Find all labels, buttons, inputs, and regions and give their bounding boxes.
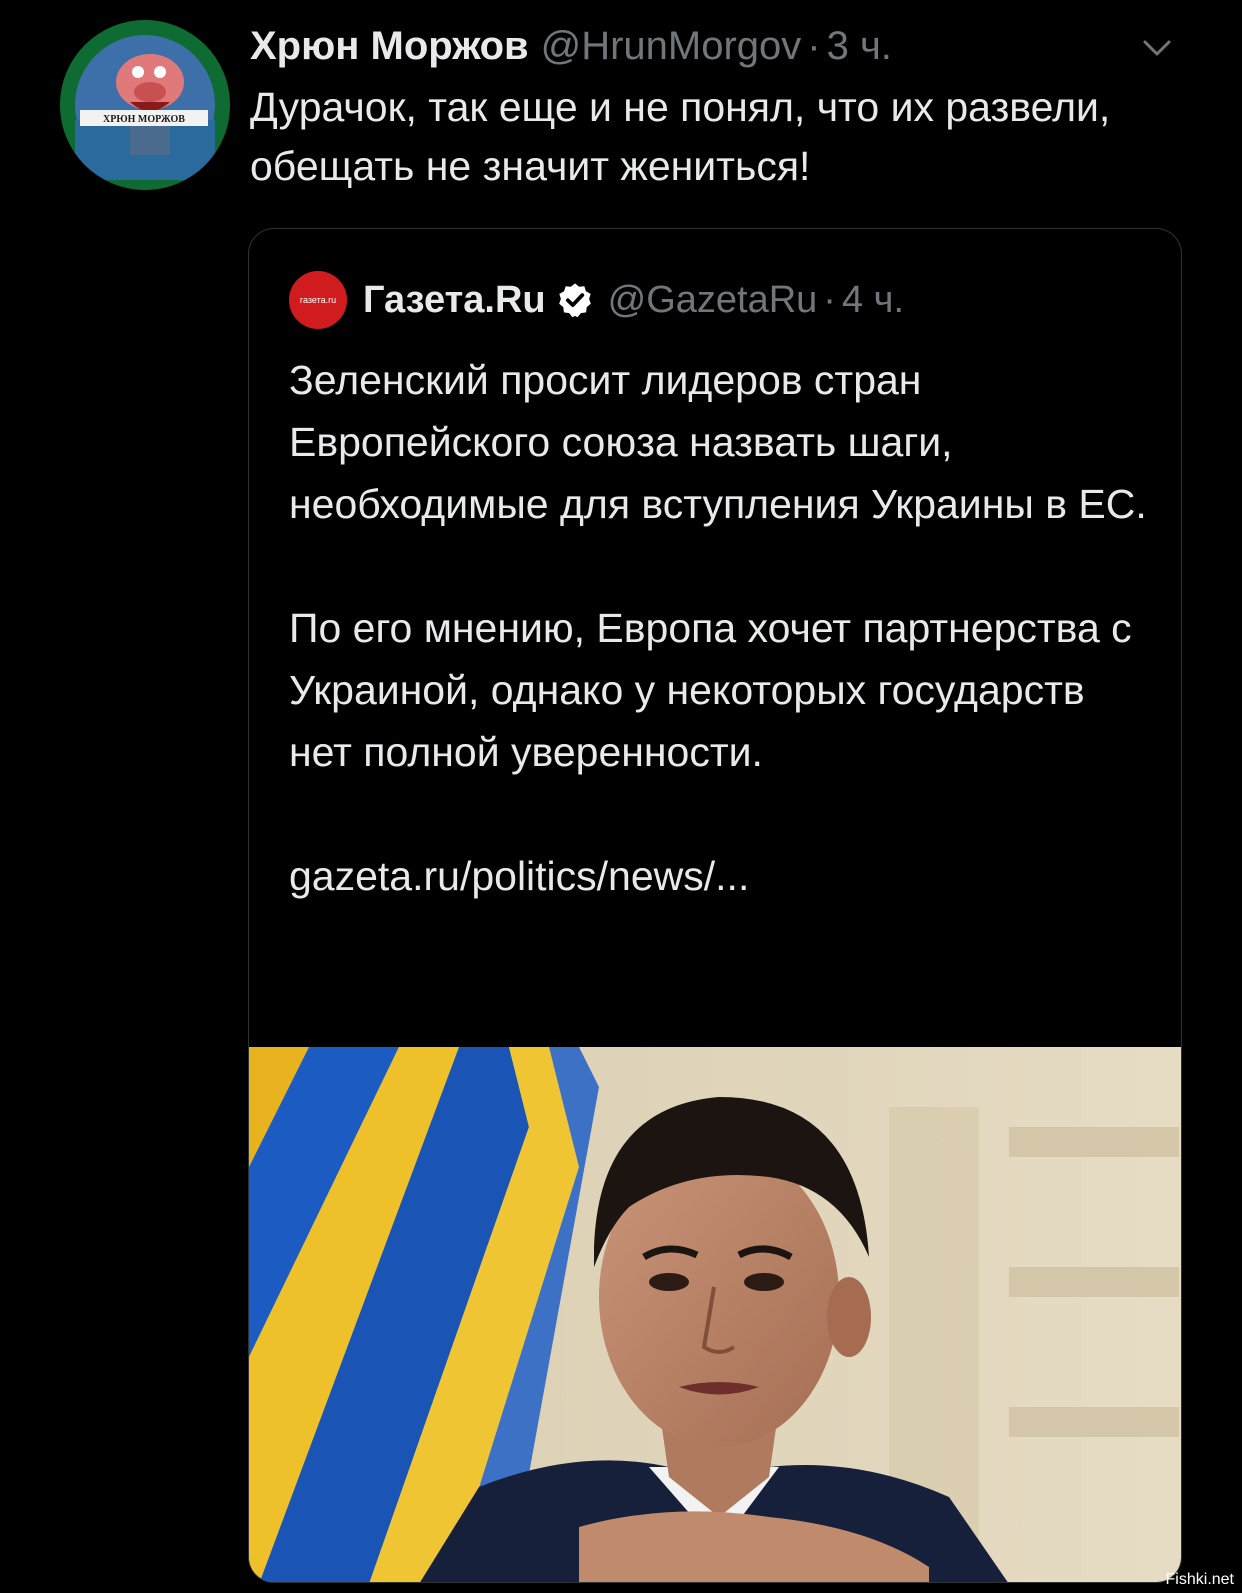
quoted-photo[interactable] [249, 1047, 1181, 1582]
quoted-tweet[interactable]: газета.ru Газета.Ru @GazetaRu · 4 ч. Зел… [248, 228, 1182, 1583]
quoted-paragraph-2: По его мнению, Европа хочет партнерства … [289, 605, 1132, 775]
verified-badge-icon [558, 283, 591, 318]
tweet-text: Дурачок, так еще и не понял, что их разв… [250, 84, 1111, 189]
photo-man-suit-flag-icon [249, 1047, 1181, 1582]
chevron-down-icon[interactable] [1137, 28, 1177, 68]
quoted-display-name[interactable]: Газета.Ru [363, 279, 546, 322]
quoted-tweet-header: газета.ru Газета.Ru @GazetaRu · 4 ч. [289, 269, 904, 331]
watermark: Fishki.net [1165, 1571, 1234, 1588]
gazeta-avatar[interactable]: газета.ru [289, 271, 347, 329]
article-link[interactable]: gazeta.ru/politics/news/... [289, 845, 1149, 907]
pig-cartoon-avatar-icon: ХРЮН МОРЖОВ [60, 20, 230, 190]
user-handle[interactable]: @HrunMorgov [541, 18, 802, 74]
separator-dot: · [823, 278, 836, 321]
quoted-timestamp[interactable]: 4 ч. [842, 279, 904, 322]
separator-dot: · [807, 24, 821, 68]
display-name[interactable]: Хрюн Моржов [250, 18, 529, 74]
quoted-paragraph-1: Зеленский просит лидеров стран Европейск… [289, 357, 1147, 527]
timestamp[interactable]: 3 ч. [827, 18, 892, 74]
tweet-header: Хрюн Моржов @HrunMorgov · 3 ч. [250, 18, 892, 74]
quoted-handle[interactable]: @GazetaRu [608, 279, 818, 322]
user-avatar[interactable]: ХРЮН МОРЖОВ [60, 20, 230, 190]
gazeta-avatar-label: газета.ru [299, 295, 337, 305]
avatar-caption: ХРЮН МОРЖОВ [103, 114, 185, 125]
tweet[interactable]: ХРЮН МОРЖОВ Хрюн Моржов @HrunMorgov · 3 … [0, 0, 1242, 1593]
quoted-tweet-body: Зеленский просит лидеров стран Европейск… [289, 349, 1149, 907]
